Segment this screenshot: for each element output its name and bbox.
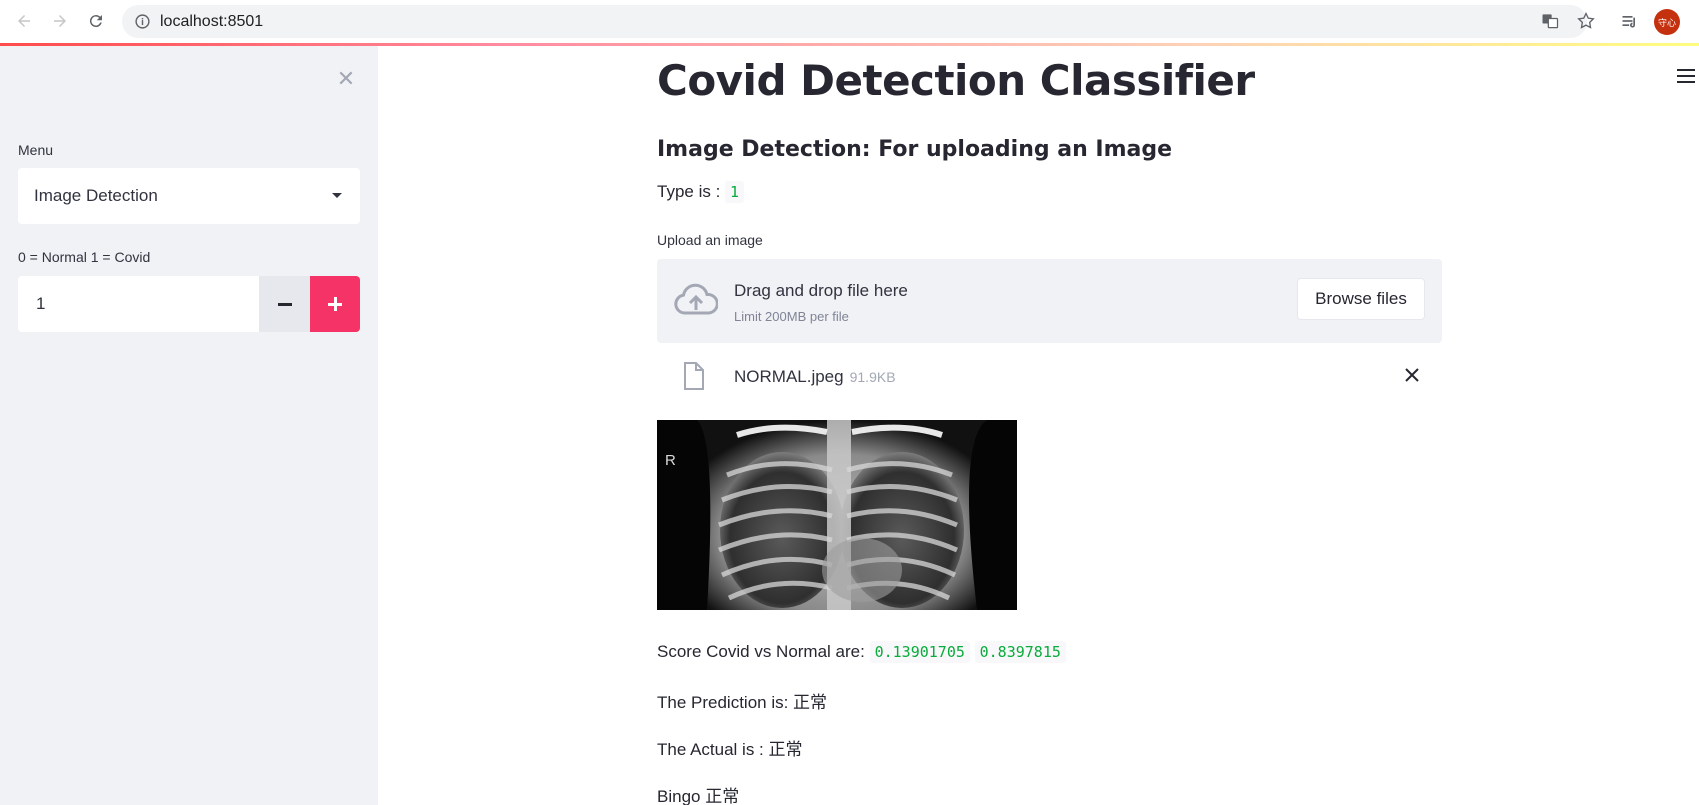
- score-covid-value: 0.13901705: [869, 641, 970, 663]
- file-icon: [684, 362, 704, 390]
- file-dropzone[interactable]: Drag and drop file here Limit 200MB per …: [657, 259, 1442, 343]
- type-value: 1: [725, 181, 745, 203]
- url-text: localhost:8501: [160, 13, 264, 30]
- cloud-upload-icon: [674, 283, 718, 315]
- reading-list-icon[interactable]: [1620, 11, 1640, 31]
- star-icon[interactable]: [1576, 11, 1596, 31]
- score-line: Score Covid vs Normal are: 0.13901705 0.…: [657, 641, 1066, 663]
- bingo-text: Bingo 正常: [657, 787, 740, 805]
- chest-xray-picture: [657, 420, 1017, 610]
- type-number-value: 1: [36, 294, 46, 313]
- sidebar-close-icon[interactable]: ✕: [335, 68, 357, 90]
- browser-toolbar: localhost:8501 守心: [0, 0, 1699, 43]
- reload-button[interactable]: [84, 9, 108, 33]
- number-input-label: 0 = Normal 1 = Covid: [18, 249, 151, 265]
- dropzone-title: Drag and drop file here: [734, 281, 908, 300]
- back-button[interactable]: [12, 9, 36, 33]
- browse-files-button[interactable]: Browse files: [1297, 278, 1425, 320]
- info-icon[interactable]: [134, 13, 151, 30]
- xray-side-marker: R: [665, 452, 676, 469]
- increment-button[interactable]: [310, 276, 360, 332]
- actual-text: The Actual is : 正常: [657, 740, 803, 759]
- forward-button[interactable]: [48, 9, 72, 33]
- decrement-button[interactable]: [259, 276, 310, 332]
- menu-label: Menu: [18, 142, 54, 158]
- xray-image: R: [657, 420, 1017, 610]
- type-label: Type is :: [657, 182, 721, 201]
- prediction-text: The Prediction is: 正常: [657, 693, 828, 712]
- translate-icon[interactable]: [1540, 11, 1560, 31]
- menu-select-value: Image Detection: [34, 186, 158, 205]
- menu-select[interactable]: Image Detection: [18, 168, 360, 224]
- type-line: Type is : 1: [657, 181, 745, 203]
- hamburger-menu-icon[interactable]: [1677, 69, 1695, 85]
- profile-avatar[interactable]: 守心: [1654, 9, 1680, 35]
- remove-file-icon[interactable]: [1402, 365, 1422, 385]
- reload-icon: [89, 15, 102, 28]
- score-label: Score Covid vs Normal are:: [657, 642, 865, 661]
- uploaded-file-row: NORMAL.jpeg 91.9KB: [657, 355, 1442, 397]
- arrow-left-icon: [18, 15, 30, 27]
- dropzone-limit: Limit 200MB per file: [734, 309, 849, 324]
- minus-icon: [277, 302, 292, 306]
- page-title: Covid Detection Classifier: [657, 56, 1255, 105]
- chevron-down-icon: [332, 193, 342, 198]
- score-normal-value: 0.8397815: [974, 641, 1066, 663]
- uploader-label: Upload an image: [657, 232, 763, 248]
- type-number-input[interactable]: 1: [18, 276, 259, 332]
- file-name: NORMAL.jpeg: [734, 367, 844, 386]
- arrow-right-icon: [54, 15, 66, 27]
- file-size: 91.9KB: [849, 369, 896, 385]
- sidebar: ✕ Menu Image Detection 0 = Normal 1 = Co…: [0, 46, 378, 805]
- page-subheader: Image Detection: For uploading an Image: [657, 137, 1173, 162]
- address-bar[interactable]: localhost:8501: [122, 5, 1587, 38]
